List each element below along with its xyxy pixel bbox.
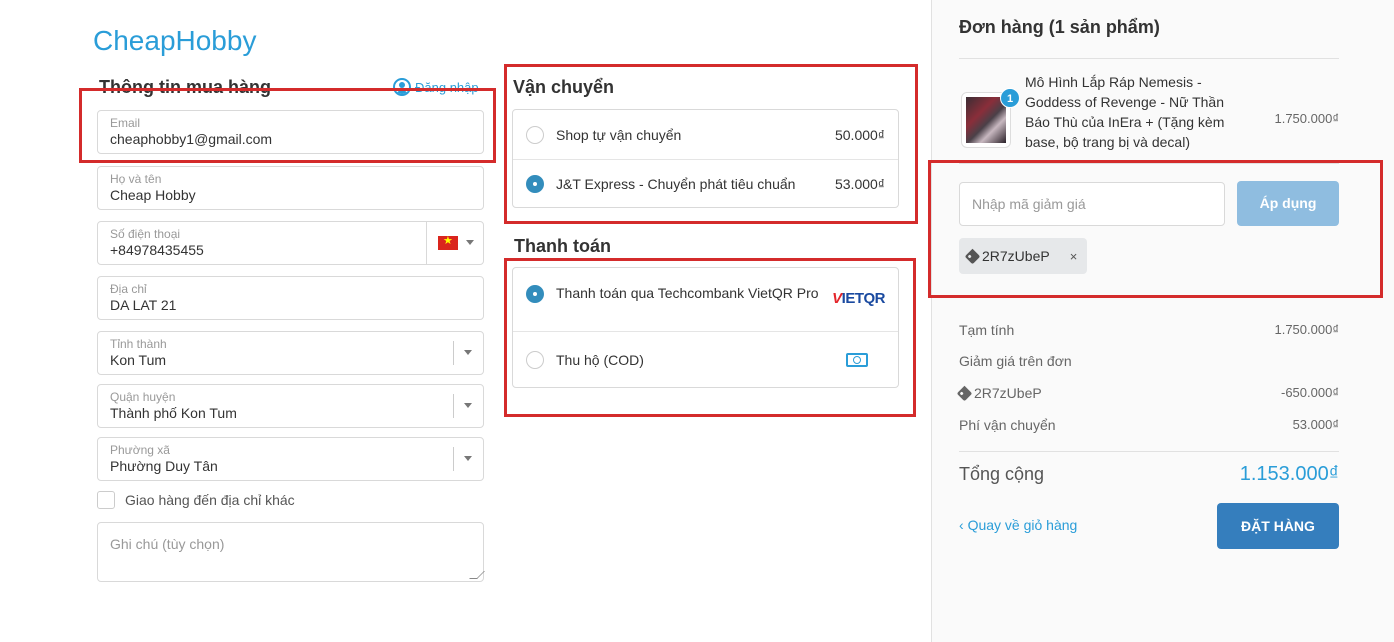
- vietqr-logo-v: V: [832, 290, 842, 307]
- applied-coupon-tag: 2R7zUbeP ×: [959, 238, 1088, 274]
- total-row: Tổng cộng 1.153.000₫: [959, 463, 1339, 486]
- shipping-option[interactable]: J&T Express - Chuyển phát tiêu chuẩn 53.…: [513, 159, 898, 207]
- discount-label: Giảm giá trên đơn: [959, 353, 1072, 369]
- login-link[interactable]: Đăng nhập: [393, 78, 479, 96]
- shipping-option-price: 53.000₫: [834, 175, 885, 192]
- chevron-down-icon: [464, 350, 472, 355]
- ship-other-label: Giao hàng đến địa chỉ khác: [125, 492, 295, 508]
- shipping-option-label: Shop tự vận chuyển: [556, 126, 682, 143]
- phone-value: +84978435455: [110, 242, 204, 258]
- phone-field[interactable]: Số điện thoại +84978435455: [97, 221, 484, 265]
- discount-code: 2R7zUbeP: [974, 385, 1042, 401]
- district-select[interactable]: Quận huyện Thành phố Kon Tum: [97, 384, 484, 428]
- province-value: Kon Tum: [110, 352, 167, 368]
- chevron-down-icon: [464, 403, 472, 408]
- shipping-title: Vận chuyển: [513, 77, 615, 97]
- divider: [959, 451, 1339, 452]
- apply-coupon-button[interactable]: Áp dụng: [1237, 181, 1339, 226]
- coupon-placeholder: Nhập mã giảm giá: [972, 196, 1086, 212]
- name-field[interactable]: Họ và tên Cheap Hobby: [97, 166, 484, 210]
- product-price: 1.750.000₫: [1274, 111, 1339, 126]
- payment-option-label: Thanh toán qua Techcombank VietQR Pro: [556, 285, 819, 301]
- shipping-fee-value: 53.000₫: [1292, 417, 1339, 432]
- login-label: Đăng nhập: [415, 79, 479, 95]
- shipping-radio[interactable]: [526, 125, 544, 144]
- shipping-fee-label: Phí vận chuyển: [959, 417, 1056, 433]
- subtotal-value: 1.750.000₫: [1274, 322, 1339, 337]
- divider: [959, 163, 1339, 164]
- vietqr-logo: VIETQR: [832, 290, 885, 307]
- coupon-input[interactable]: Nhập mã giảm giá: [959, 182, 1225, 226]
- brand-logo[interactable]: CheapHobby: [93, 25, 256, 57]
- tag-icon: [956, 385, 973, 402]
- payment-options: Thanh toán qua Techcombank VietQR Pro VI…: [512, 267, 899, 388]
- address-label: Địa chỉ: [110, 282, 147, 296]
- tag-icon: [964, 248, 981, 264]
- ward-label: Phường xã: [110, 443, 170, 457]
- shipping-radio-selected[interactable]: [526, 174, 544, 193]
- shipping-option-price: 50.000₫: [834, 126, 885, 143]
- customer-info-title: Thông tin mua hàng: [99, 77, 271, 97]
- district-value: Thành phố Kon Tum: [110, 405, 237, 421]
- ship-other-address[interactable]: Giao hàng đến địa chỉ khác: [97, 491, 295, 509]
- select-divider: [453, 341, 454, 365]
- applied-coupon-code: 2R7zUbeP: [982, 248, 1050, 264]
- vietnam-flag-icon[interactable]: [438, 234, 458, 250]
- district-label: Quận huyện: [110, 390, 176, 404]
- total-value: 1.153.000₫: [1239, 463, 1339, 485]
- discount-code-row: 2R7zUbeP -650.000₫: [956, 385, 1339, 402]
- shipping-options: Shop tự vận chuyển 50.000₫ J&T Express -…: [512, 109, 899, 208]
- shipping-option[interactable]: Shop tự vận chuyển 50.000₫: [513, 110, 898, 159]
- note-placeholder: Ghi chú (tùy chọn): [110, 536, 225, 552]
- address-field[interactable]: Địa chỉ DA LAT 21: [97, 276, 484, 320]
- subtotal-label: Tạm tính: [959, 322, 1015, 338]
- shipping-option-label: J&T Express - Chuyển phát tiêu chuẩn: [556, 175, 796, 192]
- email-field[interactable]: Email cheaphobby1@gmail.com: [97, 110, 484, 154]
- province-label: Tỉnh thành: [110, 337, 167, 351]
- ship-other-checkbox[interactable]: [97, 491, 115, 509]
- resize-handle-icon[interactable]: [469, 571, 485, 579]
- note-textarea[interactable]: Ghi chú (tùy chọn): [97, 522, 485, 582]
- back-to-cart-link[interactable]: ‹ Quay về giỏ hàng: [959, 517, 1077, 533]
- payment-radio-selected[interactable]: [526, 285, 544, 303]
- email-label: Email: [110, 116, 141, 130]
- email-value: cheaphobby1@gmail.com: [110, 131, 273, 147]
- remove-coupon-button[interactable]: ×: [1070, 249, 1078, 264]
- province-select[interactable]: Tỉnh thành Kon Tum: [97, 331, 484, 375]
- chevron-down-icon[interactable]: [466, 240, 474, 245]
- product-name: Mô Hình Lắp Ráp Nemesis - Goddess of Rev…: [1025, 74, 1225, 150]
- name-value: Cheap Hobby: [110, 187, 196, 203]
- name-label: Họ và tên: [110, 172, 162, 186]
- divider: [959, 58, 1339, 59]
- cash-icon: [846, 352, 868, 367]
- vietqr-logo-qr: QR: [863, 290, 886, 307]
- chevron-left-icon: ‹: [959, 517, 968, 533]
- payment-option-label: Thu hộ (COD): [556, 351, 644, 368]
- vietqr-logo-iet: IET: [841, 290, 864, 307]
- payment-option[interactable]: Thu hộ (COD): [513, 331, 898, 387]
- phone-label: Số điện thoại: [110, 227, 181, 241]
- quantity-badge: 1: [1000, 88, 1020, 108]
- payment-option[interactable]: Thanh toán qua Techcombank VietQR Pro VI…: [513, 268, 898, 331]
- select-divider: [453, 394, 454, 418]
- phone-divider: [426, 222, 427, 264]
- select-divider: [453, 447, 454, 471]
- shipping-fee-row: Phí vận chuyển 53.000₫: [959, 417, 1339, 433]
- product-image: [966, 97, 1006, 143]
- ward-select[interactable]: Phường xã Phường Duy Tân: [97, 437, 484, 481]
- user-icon: [393, 78, 411, 96]
- place-order-button[interactable]: ĐẶT HÀNG: [1217, 503, 1339, 549]
- ward-value: Phường Duy Tân: [110, 458, 218, 474]
- total-label: Tổng cộng: [959, 464, 1045, 484]
- address-value: DA LAT 21: [110, 297, 177, 313]
- discount-value: -650.000₫: [1281, 385, 1339, 400]
- chevron-down-icon: [464, 456, 472, 461]
- subtotal-row: Tạm tính 1.750.000₫: [959, 322, 1339, 338]
- order-title: Đơn hàng (1 sản phẩm): [959, 17, 1160, 37]
- discount-row: Giảm giá trên đơn: [959, 353, 1339, 369]
- divider: [959, 297, 1339, 298]
- payment-radio[interactable]: [526, 350, 544, 369]
- payment-title: Thanh toán: [514, 236, 611, 256]
- back-to-cart-label: Quay về giỏ hàng: [967, 517, 1078, 533]
